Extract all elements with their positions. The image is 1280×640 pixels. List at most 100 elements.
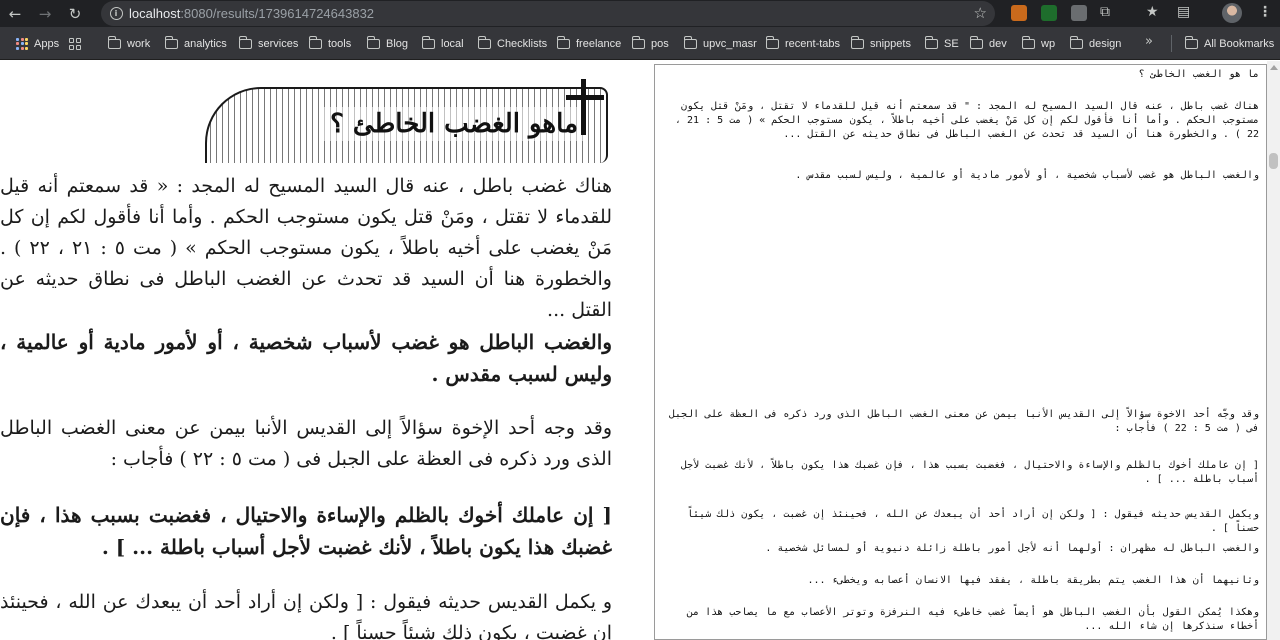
folder-icon <box>765 35 779 49</box>
all-bookmarks-button[interactable]: All Bookmarks <box>1184 27 1275 60</box>
back-button[interactable]: ← <box>0 0 30 27</box>
folder-icon <box>308 35 322 49</box>
bookmark-folder-pos[interactable]: pos <box>631 27 669 60</box>
extension-gray-icon[interactable] <box>1071 5 1087 21</box>
bookmark-folder-label: wp <box>1041 37 1056 50</box>
page-scrollbar[interactable] <box>1267 61 1280 640</box>
folder-icon <box>1184 35 1198 49</box>
folder-icon <box>683 35 697 49</box>
ocr-line: ويكمل القديس حديثه فيقول : [ ولكن إن أرا… <box>687 509 1259 534</box>
bookmark-folder-label: services <box>258 37 299 50</box>
folder-icon <box>850 35 864 49</box>
ocr-line: وقد وجّه أحد الاخوة سؤالاً إلى القديس ال… <box>668 409 1259 434</box>
bookmark-folder-snippets[interactable]: snippets <box>850 27 911 60</box>
bookmark-folder-wp[interactable]: wp <box>1021 27 1056 60</box>
profile-avatar[interactable] <box>1222 3 1242 23</box>
ocr-result-textbox[interactable]: ما هو الغضب الخاطئ ؟ هناك غضب باطل ، عنه… <box>654 64 1267 640</box>
bookmark-folder-local[interactable]: local <box>421 27 464 60</box>
tab-groups-button[interactable] <box>69 27 81 60</box>
bookmark-folder-tools[interactable]: tools <box>308 27 351 60</box>
bookmark-folder-services[interactable]: services <box>238 27 299 60</box>
forward-button[interactable]: → <box>30 0 60 27</box>
cross-icon-bar <box>566 95 604 100</box>
scan-header-banner: ماهو الغضب الخاطئ ؟ <box>205 87 608 163</box>
ocr-line: وثانيهما أن هذا الغضب يتم بطريقة باطلة ،… <box>807 575 1259 586</box>
bookmark-folder-design[interactable]: design <box>1069 27 1122 60</box>
bookmarks-divider <box>1171 35 1172 52</box>
folder-icon <box>238 35 252 49</box>
bookmark-apps-label: Apps <box>34 37 60 50</box>
bookmark-folder-label: freelance <box>576 37 622 50</box>
bookmark-folder-label: upvc_masr <box>703 37 757 50</box>
scroll-up-arrow-icon[interactable] <box>1270 65 1278 70</box>
browser-toolbar: ← → ↻ i localhost:8080/results/173961472… <box>0 0 1280 27</box>
bookmark-folder-label: snippets <box>870 37 911 50</box>
bookmark-folder-label: local <box>441 37 464 50</box>
bookmark-folder-label: work <box>127 37 151 50</box>
url-host: localhost <box>129 6 181 21</box>
folder-icon <box>924 35 938 49</box>
scan-paragraph-bold: [ إن عاملك أخوك بالظلم والإساءة والاحتيا… <box>0 503 612 559</box>
all-bookmarks-label: All Bookmarks <box>1204 37 1275 50</box>
folder-icon <box>1021 35 1035 49</box>
cross-icon <box>581 79 586 135</box>
scan-paragraph-bold: والغضب الباطل هو غضب لأسباب شخصية ، أو ل… <box>0 330 612 386</box>
bookmark-folder-label: recent-tabs <box>785 37 841 50</box>
folder-icon <box>1069 35 1083 49</box>
ocr-line: وهكذا يُمكن القول بأن الغضب الباطل هو أي… <box>687 607 1259 632</box>
ocr-line: هناك غضب باطل ، عنه قال السيد المسيح له … <box>674 101 1259 140</box>
bookmark-folder-work[interactable]: work <box>107 27 151 60</box>
reload-button[interactable]: ↻ <box>60 0 90 27</box>
bookmark-folder-label: Checklists <box>497 37 548 50</box>
ocr-line: ما هو الغضب الخاطئ ؟ <box>1138 69 1259 80</box>
ocr-line: والغضب الباطل هو غضب لأسباب شخصية ، أو ل… <box>795 170 1259 181</box>
folder-icon <box>421 35 435 49</box>
folder-icon <box>366 35 380 49</box>
ocr-line: [ إن عاملك أخوك بالظلم والإساءة والاحتيا… <box>681 460 1259 485</box>
folder-icon <box>477 35 491 49</box>
bookmark-folder-upvc-masr[interactable]: upvc_masr <box>683 27 757 60</box>
reload-icon: ↻ <box>68 4 82 23</box>
bookmark-folder-blog[interactable]: Blog <box>366 27 409 60</box>
extension-orange-icon[interactable] <box>1011 5 1027 21</box>
bookmark-star-icon[interactable]: ☆ <box>974 4 987 22</box>
bookmarks-overflow-chevron-icon[interactable]: » <box>1145 34 1153 49</box>
bookmark-folder-label: design <box>1089 37 1122 50</box>
info-icon: i <box>109 7 123 20</box>
bookmark-folder-label: dev <box>989 37 1007 50</box>
extensions-puzzle-icon[interactable]: ⧉ <box>1100 4 1110 20</box>
scrollbar-thumb[interactable] <box>1269 153 1278 169</box>
folder-icon <box>107 35 121 49</box>
bookmark-folder-label: analytics <box>184 37 227 50</box>
bookmark-folder-label: SE <box>944 37 959 50</box>
arrow-left-icon: ← <box>8 4 22 23</box>
bookmark-folder-label: Blog <box>386 37 409 50</box>
bookmark-folder-dev[interactable]: dev <box>969 27 1007 60</box>
scan-paragraph: و يكمل القديس حديثه فيقول : [ ولكن إن أر… <box>0 591 612 640</box>
folder-icon <box>631 35 645 49</box>
url-text[interactable]: localhost:8080/results/1739614724643832 <box>129 6 374 21</box>
url-path: :8080/results/1739614724643832 <box>180 6 375 21</box>
folder-icon <box>969 35 983 49</box>
scanned-page-image: ماهو الغضب الخاطئ ؟ هناك غضب باطل ، عنه … <box>0 61 654 640</box>
bookmarks-star-icon[interactable]: ★ <box>1146 4 1159 20</box>
bookmarks-bar: Apps work analytics services tools Blog … <box>0 27 1280 60</box>
bookmark-apps[interactable]: Apps <box>16 27 59 60</box>
kebab-menu-icon[interactable]: ⋮ <box>1258 4 1272 20</box>
bookmark-folder-se[interactable]: SE <box>924 27 959 60</box>
extension-green-icon[interactable] <box>1041 5 1057 21</box>
scan-paragraph: وقد وجه أحد الإخوة سؤالاً إلى القديس الأ… <box>0 417 612 470</box>
scan-paragraph: هناك غضب باطل ، عنه قال السيد المسيح له … <box>0 175 613 321</box>
folder-icon <box>164 35 178 49</box>
bookmark-folder-label: pos <box>651 37 669 50</box>
site-info-button[interactable]: i <box>103 7 129 20</box>
results-page: ماهو الغضب الخاطئ ؟ هناك غضب باطل ، عنه … <box>0 61 1280 640</box>
bookmark-folder-analytics[interactable]: analytics <box>164 27 227 60</box>
apps-grid-icon <box>16 37 28 50</box>
address-bar[interactable]: i localhost:8080/results/173961472464383… <box>101 1 995 26</box>
bookmark-folder-freelance[interactable]: freelance <box>556 27 622 60</box>
bookmark-folder-checklists[interactable]: Checklists <box>477 27 548 60</box>
bookmark-folder-recent-tabs[interactable]: recent-tabs <box>765 27 841 60</box>
folder-icon <box>556 35 570 49</box>
reading-list-icon[interactable]: ▤ <box>1177 4 1190 20</box>
